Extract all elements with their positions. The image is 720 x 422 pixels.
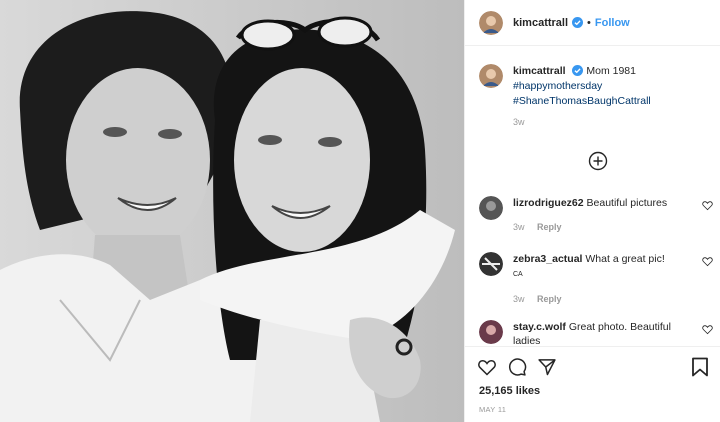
comment-text: Beautiful pictures <box>586 197 668 209</box>
comment-icon[interactable] <box>507 357 527 377</box>
caption-username[interactable]: kimcattrall <box>513 65 566 77</box>
comment-body: stay.c.wolf Great photo. Beautiful ladie… <box>513 320 695 348</box>
comment-username[interactable]: zebra3_actual <box>513 253 582 265</box>
header-username[interactable]: kimcattrall <box>513 17 568 29</box>
hashtag-link[interactable]: #ShaneThomasBaughCattrall <box>513 94 651 109</box>
like-comment-heart-icon[interactable] <box>702 324 713 335</box>
photo-illustration <box>0 0 464 422</box>
avatar[interactable] <box>479 10 503 35</box>
comment-avatar[interactable] <box>479 320 503 344</box>
comment-timestamp: 3w <box>513 294 525 304</box>
avatar-image <box>479 64 503 88</box>
heart-icon[interactable] <box>477 357 497 377</box>
avatar-image <box>479 10 503 35</box>
comment-avatar[interactable] <box>479 196 503 220</box>
comment-body: zebra3_actual What a great pic! CA 3w Re… <box>513 252 695 306</box>
post-date: MAY 11 <box>479 405 507 414</box>
comment-timestamp: 3w <box>513 222 525 232</box>
post-actions: 25,165 likes MAY 11 <box>465 346 720 422</box>
share-icon[interactable] <box>537 357 557 377</box>
header-separator: • <box>587 16 591 29</box>
caption-avatar[interactable] <box>479 64 503 88</box>
action-icons <box>477 357 567 377</box>
caption-timestamp: 3w <box>513 117 525 127</box>
like-comment-heart-icon[interactable] <box>702 200 713 211</box>
follow-button[interactable]: Follow <box>595 17 630 29</box>
comment-username[interactable]: stay.c.wolf <box>513 321 566 333</box>
reply-button[interactable]: Reply <box>537 222 562 232</box>
post-caption: kimcattrall Mom 1981 #happymothersday #S… <box>479 64 711 130</box>
caption-text: Mom 1981 <box>586 65 636 77</box>
avatar-image <box>479 252 503 276</box>
post-side-panel: kimcattrall • Follow kimcattrall Mom 198… <box>464 0 720 422</box>
verified-badge-icon <box>572 65 584 76</box>
hashtag-link[interactable]: #happymothersday <box>513 79 651 94</box>
comment-body: lizrodriguez62 Beautiful pictures 3w Rep… <box>513 196 695 234</box>
add-comment-icon[interactable] <box>588 151 608 171</box>
post-header: kimcattrall • Follow <box>465 0 720 46</box>
like-comment-heart-icon[interactable] <box>702 256 713 267</box>
comment-extra: CA <box>513 271 523 278</box>
reply-button[interactable]: Reply <box>537 294 562 304</box>
caption-body: kimcattrall Mom 1981 #happymothersday #S… <box>513 64 651 130</box>
comment-meta: 3w Reply <box>513 292 695 306</box>
avatar-image <box>479 196 503 220</box>
comment-meta: 3w Reply <box>513 220 695 234</box>
avatar-image <box>479 320 503 344</box>
comment-item: stay.c.wolf Great photo. Beautiful ladie… <box>479 320 713 348</box>
instagram-post: kimcattrall • Follow kimcattrall Mom 198… <box>0 0 720 422</box>
bookmark-icon[interactable] <box>691 357 709 377</box>
comment-text: What a great pic! <box>585 253 665 265</box>
comment-item: lizrodriguez62 Beautiful pictures 3w Rep… <box>479 196 713 234</box>
verified-badge-icon <box>572 17 584 28</box>
comment-avatar[interactable] <box>479 252 503 276</box>
post-photo[interactable] <box>0 0 464 422</box>
comment-item: zebra3_actual What a great pic! CA 3w Re… <box>479 252 713 306</box>
like-count[interactable]: 25,165 likes <box>479 385 540 397</box>
comment-username[interactable]: lizrodriguez62 <box>513 197 584 209</box>
